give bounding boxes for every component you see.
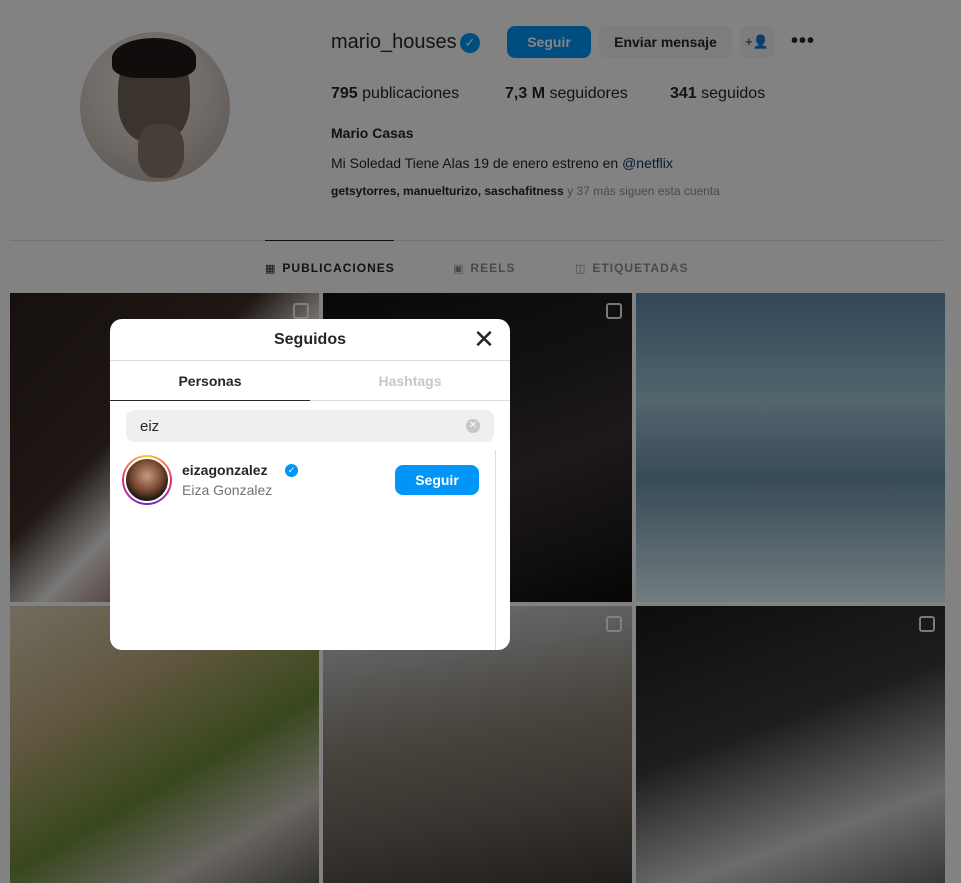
clear-search-icon[interactable]: ✕	[466, 419, 480, 433]
following-dialog: Seguidos ✕ Personas Hashtags ✕ eizagonza…	[110, 319, 510, 650]
scrollbar[interactable]	[495, 450, 496, 650]
list-item[interactable]: eizagonzalez ✓ Eiza Gonzalez Seguir	[122, 455, 492, 505]
search-box: ✕	[126, 410, 494, 442]
search-input[interactable]	[140, 410, 460, 442]
close-icon[interactable]: ✕	[472, 326, 496, 352]
avatar[interactable]	[122, 455, 172, 505]
result-full-name: Eiza Gonzalez	[182, 482, 273, 498]
verified-badge-icon: ✓	[285, 464, 298, 477]
tab-hashtags[interactable]: Hashtags	[310, 361, 510, 401]
dialog-title: Seguidos	[110, 319, 510, 361]
follow-button[interactable]: Seguir	[395, 465, 479, 495]
result-username[interactable]: eizagonzalez	[182, 462, 268, 478]
tab-people[interactable]: Personas	[110, 361, 310, 401]
